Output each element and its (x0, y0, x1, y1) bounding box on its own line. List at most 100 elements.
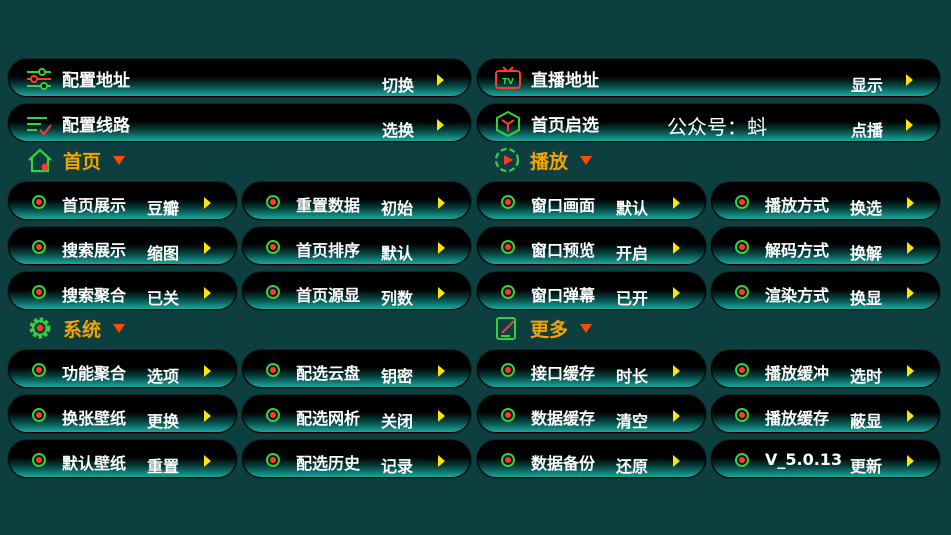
caret-down-icon (113, 324, 125, 333)
config-address-row[interactable]: 配置地址 切换 (8, 59, 471, 97)
chevron-right-icon (438, 197, 445, 209)
radio-dot-icon (735, 240, 749, 254)
item-action: 记录 (381, 457, 414, 476)
chevron-right-icon (907, 365, 914, 377)
chevron-right-icon (437, 74, 444, 86)
search-aggregate-button[interactable]: 搜索聚合 已关 (8, 272, 237, 310)
chevron-right-icon (438, 287, 445, 299)
item-label: 窗口画面 (531, 196, 596, 215)
radio-dot-icon (501, 195, 515, 209)
item-action: 初始 (381, 199, 414, 218)
live-address-row[interactable]: TV 直播地址 显示 (477, 59, 940, 97)
radio-dot-icon (735, 363, 749, 377)
item-label: 首页展示 (62, 196, 127, 215)
item-label: 接口缓存 (531, 364, 596, 383)
chevron-right-icon (438, 242, 445, 254)
config-address-action: 切换 (381, 76, 414, 95)
chevron-right-icon (437, 119, 444, 131)
radio-dot-icon (735, 453, 749, 467)
section-play[interactable]: 播放 (494, 146, 604, 176)
item-action: 钥密 (381, 367, 414, 386)
radio-dot-icon (501, 240, 515, 254)
section-play-title: 播放 (530, 151, 569, 173)
chevron-right-icon (907, 242, 914, 254)
search-display-button[interactable]: 搜索展示 缩图 (8, 227, 237, 265)
caret-down-icon (580, 324, 592, 333)
chevron-right-icon (907, 197, 914, 209)
caret-down-icon (113, 156, 125, 165)
item-label: 功能聚合 (62, 364, 127, 383)
item-label: 播放缓存 (765, 409, 830, 428)
radio-dot-icon (501, 453, 515, 467)
section-more[interactable]: 更多 (494, 314, 604, 344)
play-mode-button[interactable]: 播放方式 换选 (711, 182, 940, 220)
web-parse-button[interactable]: 配选网析 关闭 (242, 395, 471, 433)
item-action: 清空 (616, 412, 649, 431)
radio-dot-icon (501, 408, 515, 422)
item-action: 还原 (616, 457, 649, 476)
chevron-right-icon (673, 287, 680, 299)
radio-dot-icon (735, 285, 749, 299)
item-action: 选项 (147, 367, 180, 386)
chevron-right-icon (906, 74, 913, 86)
render-mode-button[interactable]: 渲染方式 换显 (711, 272, 940, 310)
live-address-label: 直播地址 (531, 71, 599, 91)
history-button[interactable]: 配选历史 记录 (242, 440, 471, 478)
play-cache-button[interactable]: 播放缓存 蔽显 (711, 395, 940, 433)
home-sort-button[interactable]: 首页排序 默认 (242, 227, 471, 265)
section-system[interactable]: 系统 (27, 314, 137, 344)
radio-dot-icon (32, 408, 46, 422)
reset-data-button[interactable]: 重置数据 初始 (242, 182, 471, 220)
item-label: 配选网析 (296, 409, 361, 428)
caret-down-icon (580, 156, 592, 165)
item-label: 窗口弹幕 (531, 286, 596, 305)
item-label: 换张壁纸 (62, 409, 127, 428)
item-action: 列数 (381, 289, 414, 308)
radio-dot-icon (501, 363, 515, 377)
play-circle-icon (494, 147, 520, 173)
gear-icon (29, 317, 51, 339)
config-route-row[interactable]: 配置线路 选换 (8, 104, 471, 142)
item-label: 首页排序 (296, 241, 361, 260)
default-wallpaper-button[interactable]: 默认壁纸 重置 (8, 440, 237, 478)
change-wallpaper-button[interactable]: 换张壁纸 更换 (8, 395, 237, 433)
item-action: 时长 (616, 367, 649, 386)
chevron-right-icon (673, 197, 680, 209)
play-buffer-button[interactable]: 播放缓冲 选时 (711, 350, 940, 388)
home-source-button[interactable]: 首页源显 列数 (242, 272, 471, 310)
live-address-action: 显示 (850, 76, 883, 95)
feature-aggregate-button[interactable]: 功能聚合 选项 (8, 350, 237, 388)
item-action: 已开 (616, 289, 649, 308)
item-action: 开启 (616, 244, 649, 263)
config-route-label: 配置线路 (62, 116, 130, 136)
chevron-right-icon (673, 455, 680, 467)
chevron-right-icon (438, 410, 445, 422)
section-home[interactable]: 首页 (27, 146, 137, 176)
list-check-icon (27, 117, 52, 136)
chevron-right-icon (438, 455, 445, 467)
radio-dot-icon (735, 195, 749, 209)
window-picture-button[interactable]: 窗口画面 默认 (477, 182, 706, 220)
window-preview-button[interactable]: 窗口预览 开启 (477, 227, 706, 265)
window-danmaku-button[interactable]: 窗口弹幕 已开 (477, 272, 706, 310)
cloud-disk-button[interactable]: 配选云盘 钥密 (242, 350, 471, 388)
item-label: 默认壁纸 (62, 454, 127, 473)
watermark-text: 公众号：蚪 (667, 115, 767, 139)
item-label: 配选云盘 (296, 364, 361, 383)
item-label: 配选历史 (296, 454, 361, 473)
radio-dot-icon (266, 453, 280, 467)
radio-dot-icon (32, 363, 46, 377)
item-action: 豆瓣 (147, 199, 180, 218)
config-address-label: 配置地址 (62, 71, 130, 91)
chevron-right-icon (673, 365, 680, 377)
api-cache-button[interactable]: 接口缓存 时长 (477, 350, 706, 388)
data-backup-button[interactable]: 数据备份 还原 (477, 440, 706, 478)
decode-mode-button[interactable]: 解码方式 换解 (711, 227, 940, 265)
radio-dot-icon (32, 453, 46, 467)
data-cache-button[interactable]: 数据缓存 清空 (477, 395, 706, 433)
chevron-right-icon (204, 287, 211, 299)
home-select-action: 点播 (850, 121, 883, 140)
section-home-title: 首页 (63, 151, 102, 173)
home-display-button[interactable]: 首页展示 豆瓣 (8, 182, 237, 220)
version-update-button[interactable]: V_5.0.13 更新 (711, 440, 940, 478)
